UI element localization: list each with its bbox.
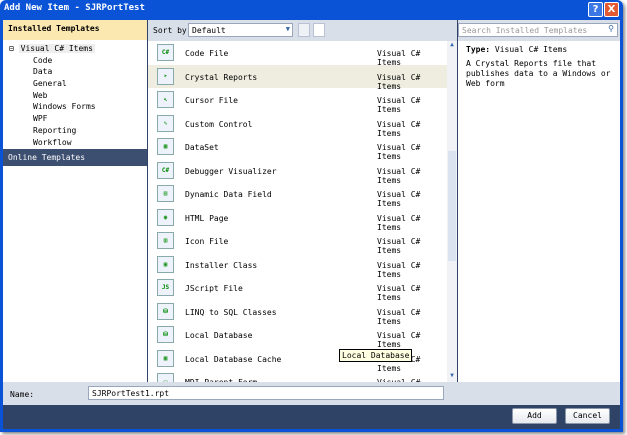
template-icon: C# (157, 44, 174, 61)
item-name: Icon File (185, 237, 229, 246)
sort-label: Sort by: (153, 26, 192, 35)
list-item[interactable]: ⛁ LINQ to SQL Classes Visual C# Items (148, 300, 447, 326)
list-item[interactable]: ▣ Installer Class Visual C# Items (148, 253, 447, 279)
item-name: Local Database (185, 331, 253, 340)
template-icon: ▦ (157, 349, 174, 367)
list-item[interactable]: ▥ Icon File Visual C# Items (148, 229, 447, 255)
online-templates[interactable]: Online Templates (3, 149, 147, 166)
vertical-scrollbar[interactable]: ▲ ▼ (447, 41, 457, 382)
tree-item-code[interactable]: Code (3, 55, 147, 67)
list-item[interactable]: JS JScript File Visual C# Items (148, 276, 447, 302)
item-name: Cursor File (185, 96, 238, 105)
list-view-button[interactable] (313, 23, 325, 37)
medium-icons-view-button[interactable] (298, 23, 310, 37)
template-icon: ↖ (157, 91, 174, 108)
cancel-button[interactable]: Cancel (565, 408, 610, 424)
sort-value: Default (192, 26, 226, 35)
template-icon: ◉ (157, 208, 174, 226)
dialog-client: Installed Templates ⊟ Visual C# Items Co… (3, 20, 620, 429)
list-item[interactable]: ⛁ Local Database Visual C# Items (148, 323, 447, 349)
tree-item-workflow[interactable]: Workflow (3, 137, 147, 149)
collapse-icon[interactable]: ⊟ (9, 44, 14, 53)
installed-templates-header[interactable]: Installed Templates (3, 20, 147, 40)
item-description: A Crystal Reports file that publishes da… (466, 59, 611, 88)
list-item[interactable]: ▤ Dynamic Data Field Visual C# Items (148, 182, 447, 208)
list-item[interactable]: ◉ HTML Page Visual C# Items (148, 206, 447, 232)
name-label: Name: (10, 390, 35, 399)
tree-root-label: Visual C# Items (18, 44, 95, 53)
tree-item-wpf[interactable]: WPF (3, 113, 147, 125)
item-name: Custom Control (185, 119, 253, 129)
tree-item-data[interactable]: Data (3, 66, 147, 78)
item-name: JScript File (185, 284, 243, 293)
scroll-down-icon[interactable]: ▼ (447, 372, 457, 382)
type-label: Type: (466, 45, 491, 54)
scroll-thumb[interactable] (448, 151, 456, 261)
add-button[interactable]: Add (512, 408, 557, 424)
search-input[interactable]: Search Installed Templates ⚲ (458, 23, 618, 37)
template-icon: C# (157, 161, 174, 179)
template-icon: ▦ (157, 138, 174, 155)
template-icon: ✎ (157, 114, 174, 132)
tree-item-web[interactable]: Web (3, 90, 147, 102)
template-icon: ▣ (157, 255, 174, 273)
template-icon: ▤ (157, 185, 174, 202)
search-placeholder: Search Installed Templates (462, 26, 588, 35)
close-button[interactable]: X (604, 2, 619, 17)
details-panel: Search Installed Templates ⚲ Type: Visual… (458, 20, 620, 382)
list-item[interactable]: ▭MDI Parent FormVisual C# Items (148, 370, 447, 382)
item-details: Type: Visual C# Items A Crystal Reports … (458, 41, 620, 93)
item-name: LINQ to SQL Classes (185, 307, 277, 317)
template-icon: ▭ (157, 373, 174, 382)
search-bar: Search Installed Templates ⚲ (458, 20, 620, 41)
list-item[interactable]: ➤ Crystal Reports Visual C# Items (148, 64, 447, 91)
template-tree: ⊟ Visual C# Items Code Data General Web … (3, 40, 147, 151)
template-icon: JS (157, 279, 174, 296)
template-icon: ▥ (157, 232, 174, 249)
tree-item-reporting[interactable]: Reporting (3, 125, 147, 137)
tree-item-windows-forms[interactable]: Windows Forms (3, 101, 147, 113)
item-name: Dynamic Data Field (185, 190, 272, 199)
window-title: Add New Item - SJRPortTest (4, 3, 145, 13)
type-value: Visual C# Items (494, 45, 568, 54)
item-name: Installer Class (185, 260, 258, 270)
scroll-up-icon[interactable]: ▲ (447, 41, 457, 51)
sort-toolbar: Sort by: Default ▼ (148, 20, 457, 41)
sort-select[interactable]: Default ▼ (188, 23, 293, 37)
tree-item-general[interactable]: General (3, 78, 147, 90)
item-name: Debugger Visualizer (185, 166, 277, 176)
list-item[interactable]: ↖ Cursor File Visual C# Items (148, 88, 447, 114)
list-item[interactable]: C# Debugger Visualizer Visual C# Items (148, 159, 447, 185)
tooltip: Local Database (339, 349, 413, 362)
chevron-down-icon: ▼ (285, 25, 290, 33)
template-icon: ⛁ (157, 326, 174, 343)
list-item[interactable]: C# Code File Visual C# Items (148, 41, 447, 67)
item-name: Crystal Reports (185, 72, 258, 82)
name-bar: Name: SJRPortTest1.rpt (3, 382, 620, 405)
template-list: C# Code File Visual C# Items ➤ Crystal Repor… (148, 41, 447, 382)
item-name: Local Database Cache (185, 354, 282, 364)
templates-panel: Installed Templates ⊟ Visual C# Items Co… (3, 20, 147, 382)
list-item[interactable]: ▦ DataSet Visual C# Items (148, 135, 447, 161)
list-item[interactable]: ✎ Custom Control Visual C# Items (148, 112, 447, 138)
search-icon[interactable]: ⚲ (608, 24, 614, 33)
template-icon: ⛁ (157, 302, 174, 320)
template-icon: ➤ (157, 67, 174, 85)
item-name: HTML Page (185, 213, 229, 223)
item-name: DataSet (185, 143, 219, 152)
items-panel: Sort by: Default ▼ C# Code File Visual C# I… (148, 20, 457, 382)
tree-root[interactable]: ⊟ Visual C# Items (3, 43, 147, 55)
dialog-window: Add New Item - SJRPortTest ? X Installed… (0, 0, 623, 432)
name-input[interactable]: SJRPortTest1.rpt (88, 386, 444, 400)
item-name: Code File (185, 49, 229, 58)
help-button[interactable]: ? (588, 2, 603, 17)
